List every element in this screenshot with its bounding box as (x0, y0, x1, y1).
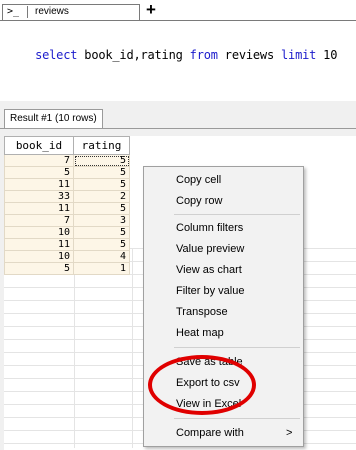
menu-item-label: Column filters (176, 222, 244, 234)
column-header-rating[interactable]: rating (73, 136, 130, 155)
table-cell[interactable]: 4 (73, 250, 130, 263)
table-header-row: book_id rating (4, 136, 130, 155)
table-cell[interactable]: 10 (4, 226, 74, 239)
table-cell[interactable]: 3 (73, 214, 130, 227)
menu-item-copy-cell[interactable]: Copy cell (144, 170, 303, 190)
results-table: book_id rating 75 55 11 5 33 2 11 5 73 10 5 … (4, 136, 130, 275)
tab-separator (27, 6, 28, 18)
table-row: 33 2 (4, 190, 130, 203)
sql-token: book_id,rating (77, 48, 190, 62)
menu-item-filter-by-value[interactable]: Filter by value (144, 281, 303, 301)
table-row: 51 (4, 262, 130, 275)
menu-item-value-preview[interactable]: Value preview (144, 239, 303, 259)
table-cell[interactable]: 11 (4, 178, 74, 191)
table-cell[interactable]: 7 (4, 214, 74, 227)
table-cell[interactable]: 5 (4, 166, 74, 179)
table-cell-selected[interactable]: 5 (73, 154, 130, 167)
sql-editor[interactable]: select book_id,rating from reviews limit… (0, 21, 356, 101)
table-row: 11 5 (4, 202, 130, 215)
menu-item-transpose[interactable]: Transpose (144, 302, 303, 322)
table-cell[interactable]: 11 (4, 202, 74, 215)
menu-item-heat-map[interactable]: Heat map (144, 323, 303, 343)
sql-token: 10 (316, 48, 338, 62)
table-cell[interactable]: 5 (4, 262, 74, 275)
table-row: 10 4 (4, 250, 130, 263)
result-tab[interactable]: Result #1 (10 rows) (4, 109, 103, 128)
table-cell[interactable]: 11 (4, 238, 74, 251)
menu-item-label: Filter by value (176, 285, 245, 297)
tab-label: reviews (35, 6, 69, 17)
table-cell[interactable]: 5 (73, 226, 130, 239)
menu-item-copy-row[interactable]: Copy row (144, 191, 303, 211)
menu-item-column-filters[interactable]: Column filters (144, 218, 303, 238)
table-cell[interactable]: 33 (4, 190, 74, 203)
sql-token: from (189, 48, 218, 62)
column-header-book-id[interactable]: book_id (4, 136, 74, 155)
table-row: 73 (4, 214, 130, 227)
table-row: 55 (4, 166, 130, 179)
table-cell[interactable]: 2 (73, 190, 130, 203)
menu-item-compare-with[interactable]: Compare with > (144, 423, 303, 443)
sql-token: limit (281, 48, 317, 62)
empty-grid-column-line (132, 248, 133, 448)
table-cell[interactable]: 7 (4, 154, 74, 167)
menu-separator (174, 347, 300, 348)
empty-grid-column-line (74, 248, 75, 448)
menu-item-label: Compare with (176, 427, 244, 439)
menu-item-label: Copy cell (176, 174, 222, 186)
submenu-arrow-icon: > (286, 427, 293, 439)
highlight-ellipse (148, 355, 256, 415)
result-tab-divider (0, 128, 356, 129)
table-cell[interactable]: 5 (73, 178, 130, 191)
table-row: 10 5 (4, 226, 130, 239)
sql-token: reviews (217, 48, 282, 62)
menu-item-label: Heat map (176, 327, 224, 339)
menu-item-label: Copy row (176, 195, 223, 207)
table-cell[interactable]: 5 (73, 202, 130, 215)
table-row: 11 5 (4, 178, 130, 191)
add-tab-button[interactable]: + (146, 1, 156, 19)
tab-reviews[interactable]: >_ reviews (2, 4, 140, 20)
sql-query-text: select book_id,rating from reviews limit… (7, 34, 337, 76)
table-cell[interactable]: 10 (4, 250, 74, 263)
table-row: 11 5 (4, 238, 130, 251)
table-cell[interactable]: 5 (73, 238, 130, 251)
menu-item-label: Value preview (176, 243, 245, 255)
menu-separator (174, 418, 300, 419)
table-cell[interactable]: 5 (73, 166, 130, 179)
menu-separator (174, 214, 300, 215)
menu-item-label: Transpose (176, 306, 228, 318)
table-row: 75 (4, 154, 130, 167)
tab-strip: >_ reviews + (0, 0, 356, 22)
terminal-prompt-icon: >_ (7, 6, 20, 17)
sql-token: select (35, 48, 78, 62)
menu-item-view-as-chart[interactable]: View as chart (144, 260, 303, 280)
menu-item-label: View as chart (176, 264, 242, 276)
table-cell[interactable]: 1 (73, 262, 130, 275)
